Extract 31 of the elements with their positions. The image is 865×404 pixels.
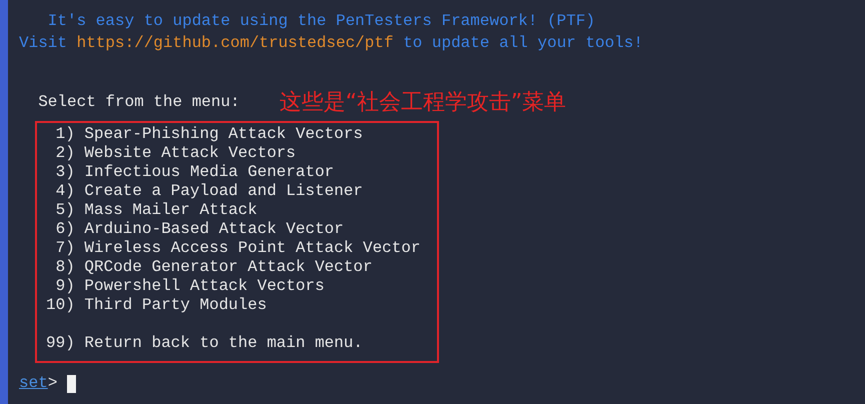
menu-number: 7): [54, 239, 75, 258]
menu-option: Spear-Phishing Attack Vectors: [84, 125, 363, 144]
menu-option: Return back to the main menu.: [84, 334, 363, 353]
menu-option: Mass Mailer Attack: [84, 201, 258, 220]
menu-number: 4): [54, 182, 75, 201]
menu-option: Third Party Modules: [84, 296, 267, 315]
prompt-symbol: >: [48, 374, 58, 393]
menu-number: 8): [54, 258, 75, 277]
menu-number: 6): [54, 220, 75, 239]
menu-prompt: Select from the menu:: [38, 93, 240, 112]
menu-option: Arduino-Based Attack Vector: [84, 220, 344, 239]
menu-number: 9): [54, 277, 75, 296]
text-cursor: [67, 374, 76, 392]
github-link[interactable]: https://github.com/trustedsec/ptf: [76, 34, 394, 53]
menu-number: 99): [46, 334, 75, 353]
menu-option: Powershell Attack Vectors: [84, 277, 324, 296]
menu-option: Website Attack Vectors: [84, 144, 296, 163]
menu-number: 1): [54, 125, 75, 144]
menu-number: 5): [54, 201, 75, 220]
banner-text: Visit: [19, 34, 68, 53]
menu-option: QRCode Generator Attack Vector: [84, 258, 372, 277]
menu-option: Infectious Media Generator: [84, 163, 334, 182]
shell-prompt-name: set: [19, 374, 48, 393]
menu-number: 3): [54, 163, 75, 182]
menu-number: 10): [46, 296, 75, 315]
banner-text: It's easy to update using the PenTesters Framework! (PTF): [48, 12, 596, 31]
menu-number: 2): [54, 144, 75, 163]
annotation-text: 这些是“社会工程学攻击”菜单: [279, 90, 566, 116]
menu-option: Wireless Access Point Attack Vector: [84, 239, 420, 258]
menu-option: Create a Payload and Listener: [84, 182, 363, 201]
banner-text: to update all your tools!: [403, 34, 644, 53]
